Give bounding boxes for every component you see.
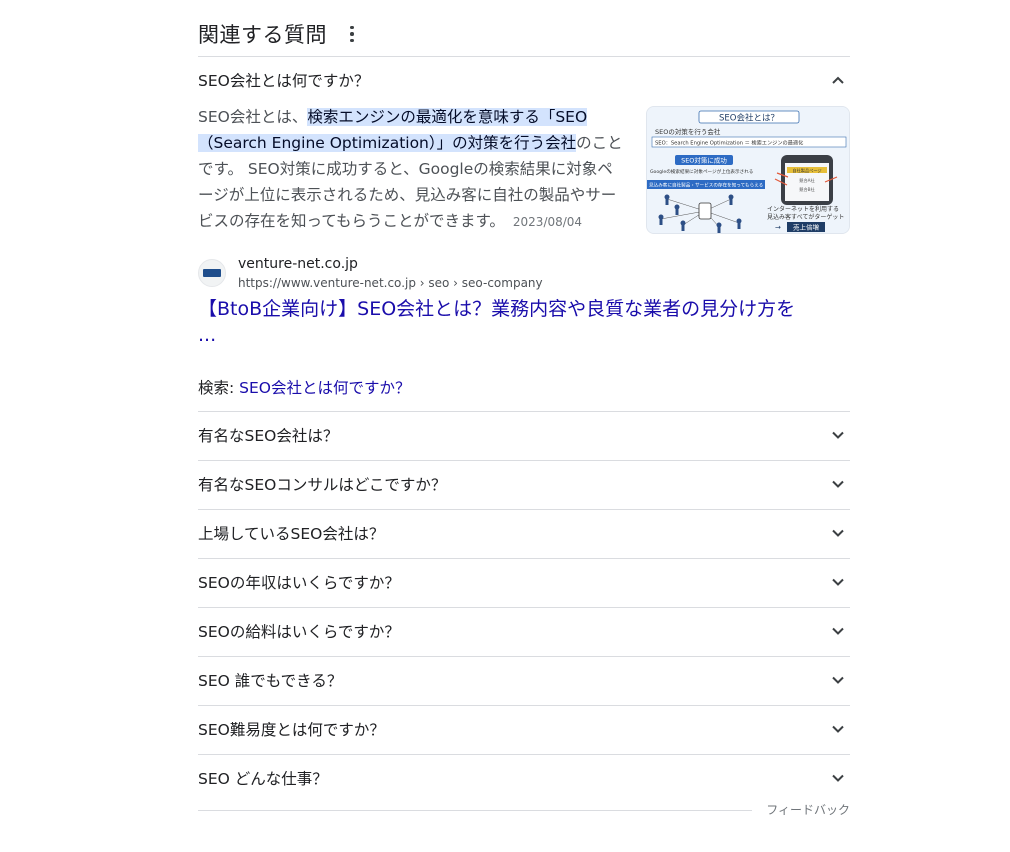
thumb-rank2: 競合B社 bbox=[799, 186, 814, 193]
question-text: SEO 誰でもできる？ bbox=[198, 672, 343, 690]
question-expanded[interactable]: SEO会社とは何ですか？ bbox=[198, 56, 850, 104]
thumb-line2: SEO：Search Engine Optimization ＝ 検索エンジンの… bbox=[655, 139, 803, 147]
chevron-down-icon[interactable] bbox=[826, 619, 850, 643]
thumb-badge: SEO対策に成功 bbox=[681, 156, 727, 165]
thumb-line3: Googleの検索結果に対象ページが上位表示される bbox=[650, 168, 753, 175]
question-text: SEO どんな仕事？ bbox=[198, 770, 328, 788]
chevron-down-icon[interactable] bbox=[826, 472, 850, 496]
search-suggestion-link[interactable]: SEO会社とは何ですか？ bbox=[239, 379, 410, 397]
more-options-icon[interactable] bbox=[345, 24, 359, 44]
question-row[interactable]: SEO難易度とは何ですか？ bbox=[198, 705, 850, 753]
question-text: SEOの給料はいくらですか？ bbox=[198, 623, 400, 641]
site-url: https://www.venture-net.co.jp › seo › se… bbox=[238, 276, 543, 290]
question-text: SEO難易度とは何ですか？ bbox=[198, 721, 385, 739]
thumb-line4: 見込み客に自社製品・サービスの存在を知ってもらえる bbox=[649, 182, 763, 189]
thumb-cta: 売上倍増 bbox=[793, 223, 820, 232]
question-row[interactable]: 上場しているSEO会社は？ bbox=[198, 509, 850, 557]
thumb-phone-label: 自社製品ページ bbox=[792, 167, 821, 174]
question-text: 上場しているSEO会社は？ bbox=[198, 525, 385, 543]
question-row[interactable]: 有名なSEOコンサルはどこですか？ bbox=[198, 460, 850, 508]
thumb-line6: 見込み客すべてがターゲット bbox=[767, 213, 844, 221]
question-row[interactable]: 有名なSEO会社は？ bbox=[198, 411, 850, 459]
question-text: SEOの年収はいくらですか？ bbox=[198, 574, 400, 592]
question-text: 有名なSEOコンサルはどこですか？ bbox=[198, 476, 447, 494]
chevron-down-icon[interactable] bbox=[826, 766, 850, 790]
chevron-down-icon[interactable] bbox=[826, 521, 850, 545]
question-row[interactable]: SEOの年収はいくらですか？ bbox=[198, 558, 850, 606]
question-row[interactable]: SEOの給料はいくらですか？ bbox=[198, 607, 850, 655]
related-questions-header: 関連する質問 bbox=[198, 14, 359, 54]
source-attribution[interactable]: venture-net.co.jp https://www.venture-ne… bbox=[198, 254, 543, 292]
search-prefix: 検索: bbox=[198, 379, 240, 397]
result-title-link[interactable]: 【BtoB企業向け】SEO会社とは？業務内容や良質な業者の見分け方を ... bbox=[198, 296, 798, 348]
thumb-line5: インターネットを利用する bbox=[767, 205, 839, 213]
thumb-line1: SEOの対策を行う会社 bbox=[655, 127, 721, 136]
question-row[interactable]: SEO どんな仕事？ bbox=[198, 754, 850, 802]
search-suggestion: 検索: SEO会社とは何ですか？ bbox=[198, 376, 411, 398]
answer-text: SEO会社とは、 bbox=[198, 108, 308, 126]
chevron-down-icon[interactable] bbox=[826, 423, 850, 447]
chevron-up-icon[interactable] bbox=[826, 68, 850, 92]
question-text: SEO会社とは何ですか？ bbox=[198, 72, 370, 90]
section-title: 関連する質問 bbox=[198, 23, 327, 47]
site-favicon-icon bbox=[198, 259, 226, 287]
chevron-down-icon[interactable] bbox=[826, 570, 850, 594]
svg-text:→: → bbox=[775, 224, 781, 232]
site-name: venture-net.co.jp bbox=[238, 256, 358, 272]
chevron-down-icon[interactable] bbox=[826, 668, 850, 692]
divider bbox=[198, 810, 752, 811]
question-text: 有名なSEO会社は？ bbox=[198, 427, 339, 445]
chevron-down-icon[interactable] bbox=[826, 717, 850, 741]
thumb-title: SEO会社とは？ bbox=[719, 113, 779, 124]
answer-snippet: SEO会社とは、検索エンジンの最適化を意味する「SEO（Search Engin… bbox=[198, 104, 628, 235]
answer-thumbnail[interactable]: SEO会社とは？ SEOの対策を行う会社 SEO：Search Engine O… bbox=[646, 106, 850, 234]
thumb-rank1: 競合A社 bbox=[799, 177, 814, 184]
answer-date: 2023/08/04 bbox=[512, 215, 583, 229]
question-row[interactable]: SEO 誰でもできる？ bbox=[198, 656, 850, 704]
feedback-link[interactable]: フィードバック bbox=[766, 801, 850, 818]
